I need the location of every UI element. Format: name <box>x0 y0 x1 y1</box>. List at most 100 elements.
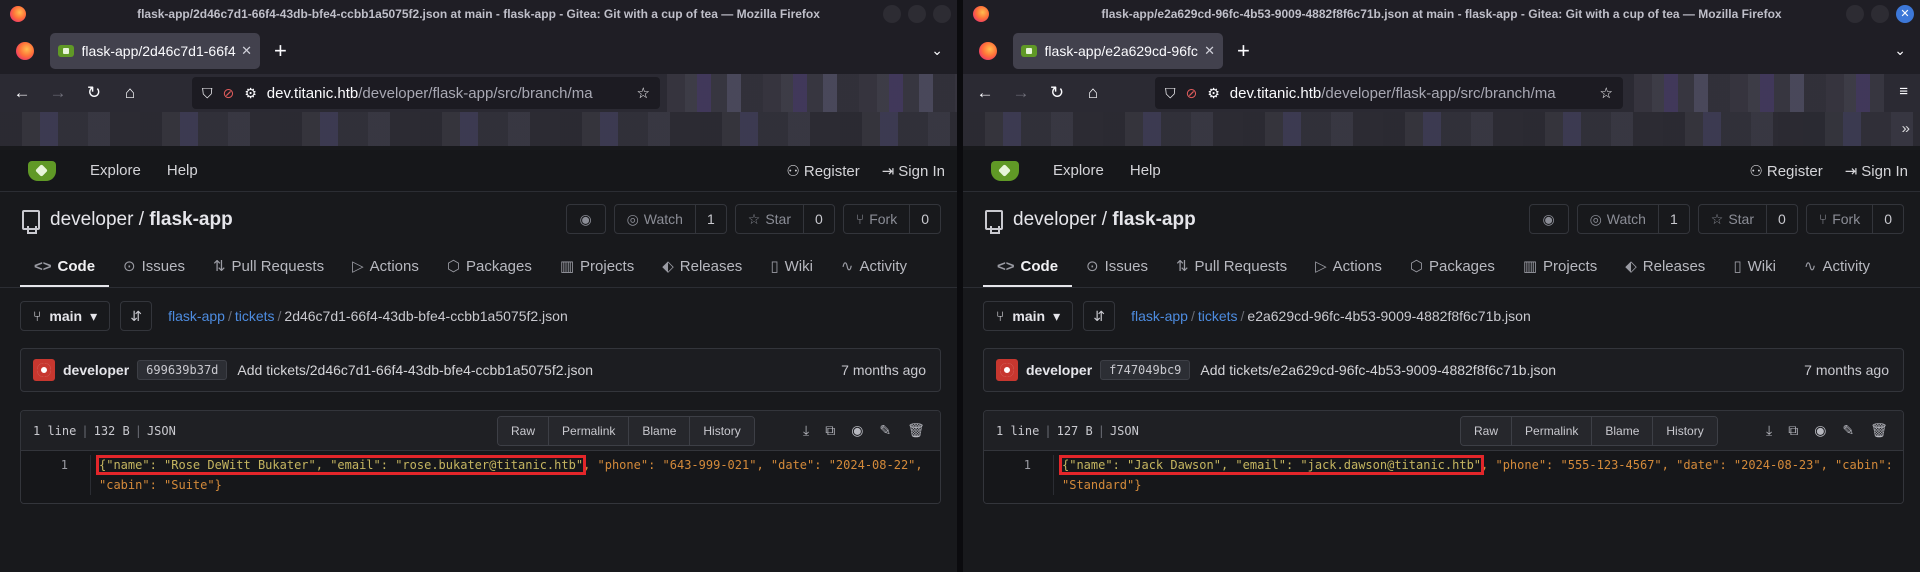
copy-icon[interactable]: ⧉ <box>1788 422 1798 439</box>
bookmark-star-icon[interactable]: ☆ <box>637 84 650 102</box>
browser-tab[interactable]: flask-app/e2a629cd-96fc ✕ <box>1013 33 1223 69</box>
star-button[interactable]: ☆ Star 0 <box>734 204 835 234</box>
blame-button[interactable]: Blame <box>1592 417 1654 445</box>
tab-close-icon[interactable]: ✕ <box>1204 43 1215 59</box>
new-tab-button[interactable]: + <box>274 40 287 62</box>
raw-button[interactable]: Raw <box>1461 417 1513 445</box>
browser-tab[interactable]: flask-app/2d46c7d1-66f4 ✕ <box>50 33 260 69</box>
download-icon[interactable]: ⤓ <box>803 422 809 439</box>
close-button[interactable]: ✕ <box>1896 5 1914 23</box>
breadcrumb-repo[interactable]: flask-app <box>1131 308 1188 324</box>
permalink-button[interactable]: Permalink <box>1512 417 1593 445</box>
url-bar[interactable]: ⛉ ⊘ ⚙ dev.titanic.htb/developer/flask-ap… <box>1155 77 1623 109</box>
copy-icon[interactable]: ⧉ <box>825 422 835 439</box>
compare-button[interactable]: ⇵ <box>1083 301 1116 331</box>
fork-button[interactable]: ⑂ Fork 0 <box>842 204 941 234</box>
raw-button[interactable]: Raw <box>498 417 550 445</box>
shield-icon[interactable]: ⛉ <box>202 85 213 102</box>
edit-icon[interactable]: ✎ <box>1842 422 1854 439</box>
download-icon[interactable]: ⤓ <box>1766 422 1772 439</box>
gitea-logo-icon[interactable] <box>991 160 1019 181</box>
line-number[interactable]: 1 <box>21 455 91 495</box>
tab-issues[interactable]: ⊙ Issues <box>1072 257 1162 287</box>
delete-icon[interactable]: 🗑 <box>907 422 925 439</box>
tab-list-chevron-icon[interactable]: ⌄ <box>931 42 943 59</box>
breadcrumb-dir[interactable]: tickets <box>235 308 275 324</box>
rss-icon[interactable]: ◉ <box>1814 422 1826 439</box>
firefox-view-icon[interactable] <box>979 42 997 60</box>
bookmark-star-icon[interactable]: ☆ <box>1600 84 1613 102</box>
gitea-logo-icon[interactable] <box>28 160 56 181</box>
shield-icon[interactable]: ⛉ <box>1165 85 1176 102</box>
menu-icon[interactable]: ≡ <box>1899 83 1908 100</box>
forward-icon[interactable]: → <box>1007 83 1035 103</box>
line-number[interactable]: 1 <box>984 455 1054 495</box>
firefox-view-icon[interactable] <box>16 42 34 60</box>
rss-button[interactable]: ◉ <box>565 204 606 234</box>
edit-icon[interactable]: ✎ <box>879 422 891 439</box>
tab-wiki[interactable]: ▯ Wiki <box>756 257 827 287</box>
close-button[interactable] <box>933 5 951 23</box>
home-icon[interactable]: ⌂ <box>1079 83 1107 103</box>
reload-icon[interactable]: ↻ <box>1043 83 1071 103</box>
repo-title[interactable]: developer / flask-app <box>50 209 233 231</box>
lock-icon[interactable]: ⊘ <box>223 85 235 102</box>
back-icon[interactable]: ← <box>971 83 999 103</box>
minimize-button[interactable] <box>883 5 901 23</box>
tab-activity[interactable]: ∿ Activity <box>1790 257 1884 287</box>
rss-button[interactable]: ◉ <box>1528 204 1569 234</box>
tab-releases[interactable]: ⬖ Releases <box>1611 257 1719 287</box>
tab-actions[interactable]: ▷ Actions <box>338 257 433 287</box>
forward-icon[interactable]: → <box>44 83 72 103</box>
nav-explore[interactable]: Explore <box>1053 162 1104 179</box>
sign-in-link[interactable]: ⇥ Sign In <box>1845 162 1908 180</box>
minimize-button[interactable] <box>1846 5 1864 23</box>
nav-explore[interactable]: Explore <box>90 162 141 179</box>
tab-code[interactable]: <> Code <box>20 258 110 287</box>
branch-dropdown[interactable]: ⑂ main ▾ <box>983 301 1074 331</box>
history-button[interactable]: History <box>690 417 754 445</box>
tab-list-chevron-icon[interactable]: ⌄ <box>1894 42 1906 59</box>
sign-in-link[interactable]: ⇥ Sign In <box>882 162 945 180</box>
new-tab-button[interactable]: + <box>1237 40 1250 62</box>
permissions-icon[interactable]: ⚙ <box>1207 85 1220 102</box>
compare-button[interactable]: ⇵ <box>120 301 153 331</box>
commit-message[interactable]: Add tickets/e2a629cd-96fc-4b53-9009-4882… <box>1200 362 1556 378</box>
commit-author[interactable]: developer <box>63 362 129 378</box>
tab-releases[interactable]: ⬖ Releases <box>648 257 756 287</box>
tab-projects[interactable]: ▥ Projects <box>1509 257 1611 287</box>
tab-close-icon[interactable]: ✕ <box>241 43 252 59</box>
url-text[interactable]: dev.titanic.htb/developer/flask-app/src/… <box>1230 85 1592 102</box>
tab-pull-requests[interactable]: ⇅ Pull Requests <box>199 257 338 287</box>
tab-actions[interactable]: ▷ Actions <box>1301 257 1396 287</box>
back-icon[interactable]: ← <box>8 83 36 103</box>
watch-button[interactable]: ◎ Watch 1 <box>1576 204 1690 234</box>
branch-dropdown[interactable]: ⑂ main ▾ <box>20 301 111 331</box>
url-text[interactable]: dev.titanic.htb/developer/flask-app/src/… <box>267 85 629 102</box>
nav-help[interactable]: Help <box>1130 162 1161 179</box>
avatar[interactable] <box>33 359 55 381</box>
tab-code[interactable]: <> Code <box>983 258 1073 287</box>
commit-message[interactable]: Add tickets/2d46c7d1-66f4-43db-bfe4-ccbb… <box>237 362 593 378</box>
breadcrumb-dir[interactable]: tickets <box>1198 308 1238 324</box>
commit-sha[interactable]: 699639b37d <box>137 360 228 380</box>
commit-sha[interactable]: f747049bc9 <box>1100 360 1191 380</box>
nav-help[interactable]: Help <box>167 162 198 179</box>
tab-packages[interactable]: ⬡ Packages <box>433 257 546 287</box>
commit-author[interactable]: developer <box>1026 362 1092 378</box>
register-link[interactable]: ⚇ Register <box>1749 162 1822 180</box>
star-button[interactable]: ☆ Star 0 <box>1697 204 1798 234</box>
register-link[interactable]: ⚇ Register <box>786 162 859 180</box>
tab-activity[interactable]: ∿ Activity <box>827 257 921 287</box>
permalink-button[interactable]: Permalink <box>549 417 630 445</box>
blame-button[interactable]: Blame <box>629 417 691 445</box>
tab-wiki[interactable]: ▯ Wiki <box>1719 257 1790 287</box>
lock-icon[interactable]: ⊘ <box>1186 85 1198 102</box>
delete-icon[interactable]: 🗑 <box>1870 422 1888 439</box>
tab-issues[interactable]: ⊙ Issues <box>109 257 199 287</box>
watch-button[interactable]: ◎ Watch 1 <box>613 204 727 234</box>
repo-title[interactable]: developer / flask-app <box>1013 209 1196 231</box>
more-bookmarks-icon[interactable]: » <box>1902 120 1910 137</box>
url-bar[interactable]: ⛉ ⊘ ⚙ dev.titanic.htb/developer/flask-ap… <box>192 77 660 109</box>
tab-packages[interactable]: ⬡ Packages <box>1396 257 1509 287</box>
